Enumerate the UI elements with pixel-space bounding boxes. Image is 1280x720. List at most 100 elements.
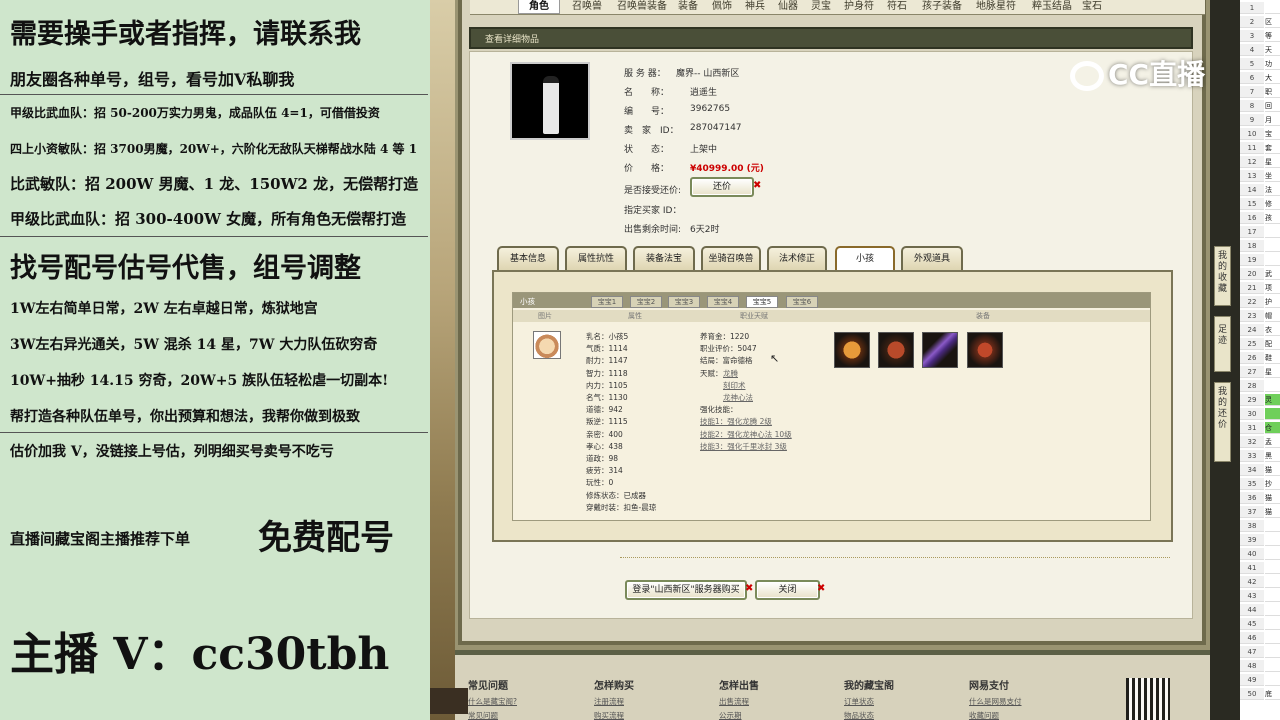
sheet-cell[interactable]: 猫 <box>1265 506 1280 518</box>
tab-attributes[interactable]: 属性抗性 <box>565 246 627 271</box>
talent-link-2[interactable]: 刻印术 <box>723 380 746 391</box>
tab-summon[interactable]: 召唤兽 <box>572 0 602 14</box>
sheet-cell[interactable]: 星 <box>1265 366 1280 378</box>
sheet-cell[interactable]: 职 <box>1265 86 1280 98</box>
tab-divine-weapon[interactable]: 神兵 <box>745 0 765 14</box>
sheet-cell[interactable]: 护 <box>1265 296 1280 308</box>
sheet-cell[interactable] <box>1265 548 1280 560</box>
skill-link-2[interactable]: 技能2：强化龙神心法 10级 <box>700 429 792 440</box>
sheet-cell[interactable] <box>1265 590 1280 602</box>
sheet-cell[interactable]: 武 <box>1265 268 1280 280</box>
sheet-cell[interactable]: 黑 <box>1265 450 1280 462</box>
sheet-cell[interactable] <box>1265 240 1280 252</box>
sheet-cell[interactable] <box>1265 562 1280 574</box>
subtab-baby-4[interactable]: 宝宝4 <box>707 296 739 308</box>
tab-child-equip[interactable]: 孩子装备 <box>922 0 962 14</box>
tab-gem[interactable]: 宝石 <box>1082 0 1102 14</box>
sheet-cell[interactable]: 项 <box>1265 282 1280 294</box>
sheet-cell[interactable]: 天 <box>1265 44 1280 56</box>
sheet-cell[interactable] <box>1265 380 1280 392</box>
tab-appearance[interactable]: 外观道具 <box>901 246 963 271</box>
tab-amulet[interactable]: 护身符 <box>844 0 874 14</box>
sheet-cell[interactable]: 孟 <box>1265 436 1280 448</box>
footer-link[interactable]: 收藏问题 <box>969 710 999 720</box>
side-tab-favorites[interactable]: 我的收藏 <box>1214 246 1231 306</box>
counter-offer-button[interactable]: 还价 <box>690 177 754 197</box>
close-button[interactable]: 关闭 <box>755 580 820 600</box>
sheet-cell[interactable] <box>1265 408 1280 420</box>
sheet-cell[interactable]: 灵 <box>1265 394 1280 406</box>
skill-link-3[interactable]: 技能3：强化千里冰封 3级 <box>700 441 787 452</box>
sheet-cell[interactable]: 宝 <box>1265 128 1280 140</box>
footer-link[interactable]: 公示期 <box>719 710 742 720</box>
sheet-cell[interactable]: 大 <box>1265 72 1280 84</box>
tab-character[interactable]: 角色 <box>518 0 560 14</box>
tab-basic-info[interactable]: 基本信息 <box>497 246 559 271</box>
tab-summon-equip[interactable]: 召唤兽装备 <box>617 0 667 14</box>
sheet-cell[interactable]: 法 <box>1265 184 1280 196</box>
sheet-cell[interactable] <box>1265 674 1280 686</box>
talent-link-1[interactable]: 龙腾 <box>723 368 738 379</box>
sheet-cell[interactable]: 配 <box>1265 338 1280 350</box>
sheet-cell[interactable]: 月 <box>1265 114 1280 126</box>
sheet-cell[interactable] <box>1265 534 1280 546</box>
footer-link[interactable]: 注册流程 <box>594 696 624 707</box>
sheet-cell[interactable] <box>1265 226 1280 238</box>
footer-link[interactable]: 什么是藏宝阁? <box>468 696 517 707</box>
side-tab-history[interactable]: 足迹 <box>1214 316 1231 372</box>
sheet-cell[interactable]: 坐 <box>1265 170 1280 182</box>
equip-slot-4-icon[interactable] <box>967 332 1003 368</box>
subtab-baby-6[interactable]: 宝宝6 <box>786 296 818 308</box>
equip-slot-2-icon[interactable] <box>878 332 914 368</box>
sheet-cell[interactable]: 功 <box>1265 58 1280 70</box>
footer-link[interactable]: 什么是网易支付 <box>969 696 1022 707</box>
sheet-cell[interactable]: 回 <box>1265 100 1280 112</box>
sheet-cell[interactable]: 抄 <box>1265 478 1280 490</box>
sheet-cell[interactable]: 猫 <box>1265 464 1280 476</box>
sheet-cell[interactable]: 套 <box>1265 142 1280 154</box>
sheet-cell[interactable] <box>1265 254 1280 266</box>
footer-link[interactable]: 订单状态 <box>844 696 874 707</box>
talent-link-3[interactable]: 龙神心法 <box>723 392 753 403</box>
tab-equip-treasure[interactable]: 装备法宝 <box>633 246 695 271</box>
footer-link[interactable]: 购买流程 <box>594 710 624 720</box>
sheet-cell[interactable] <box>1265 2 1280 14</box>
sheet-cell[interactable]: 孩 <box>1265 212 1280 224</box>
login-buy-button[interactable]: 登录"山西新区"服务器购买 <box>625 580 747 600</box>
equip-slot-1-icon[interactable] <box>834 332 870 368</box>
side-tab-my-offers[interactable]: 我的还价 <box>1214 382 1231 462</box>
subtab-baby-3[interactable]: 宝宝3 <box>668 296 700 308</box>
subtab-baby-2[interactable]: 宝宝2 <box>630 296 662 308</box>
footer-link[interactable]: 常见问题 <box>468 710 498 720</box>
sheet-cell[interactable]: 星 <box>1265 156 1280 168</box>
subtab-baby-5[interactable]: 宝宝5 <box>746 296 778 308</box>
tab-rune[interactable]: 符石 <box>887 0 907 14</box>
sheet-cell[interactable]: 等 <box>1265 30 1280 42</box>
sheet-cell[interactable]: 仓 <box>1265 422 1280 434</box>
sheet-cell[interactable] <box>1265 646 1280 658</box>
sheet-cell[interactable]: 修 <box>1265 198 1280 210</box>
tab-accessory[interactable]: 佩饰 <box>712 0 732 14</box>
tab-earth-star[interactable]: 地脉星符 <box>976 0 1016 14</box>
equip-slot-3-icon[interactable] <box>922 332 958 368</box>
sheet-cell[interactable]: 区 <box>1265 16 1280 28</box>
sheet-cell[interactable]: 鞋 <box>1265 352 1280 364</box>
sheet-cell[interactable]: 帽 <box>1265 310 1280 322</box>
sheet-cell[interactable] <box>1265 604 1280 616</box>
sheet-cell[interactable] <box>1265 576 1280 588</box>
tab-jade-crystal[interactable]: 粹玉结晶 <box>1032 0 1072 14</box>
sheet-cell[interactable] <box>1265 660 1280 672</box>
footer-link[interactable]: 物品状态 <box>844 710 874 720</box>
sheet-cell[interactable] <box>1265 618 1280 630</box>
tab-child[interactable]: 小孩 <box>835 246 895 271</box>
sheet-cell[interactable]: 猫 <box>1265 492 1280 504</box>
sheet-cell[interactable]: 衣 <box>1265 324 1280 336</box>
sheet-cell[interactable]: 底 <box>1265 688 1280 700</box>
tab-mount-summon[interactable]: 坐骑召唤兽 <box>701 246 761 271</box>
tab-artifact[interactable]: 仙器 <box>778 0 798 14</box>
sheet-cell[interactable] <box>1265 520 1280 532</box>
tab-equipment[interactable]: 装备 <box>678 0 698 14</box>
sheet-cell[interactable] <box>1265 632 1280 644</box>
footer-link[interactable]: 出售流程 <box>719 696 749 707</box>
skill-link-1[interactable]: 技能1：强化龙腾 2级 <box>700 416 772 427</box>
